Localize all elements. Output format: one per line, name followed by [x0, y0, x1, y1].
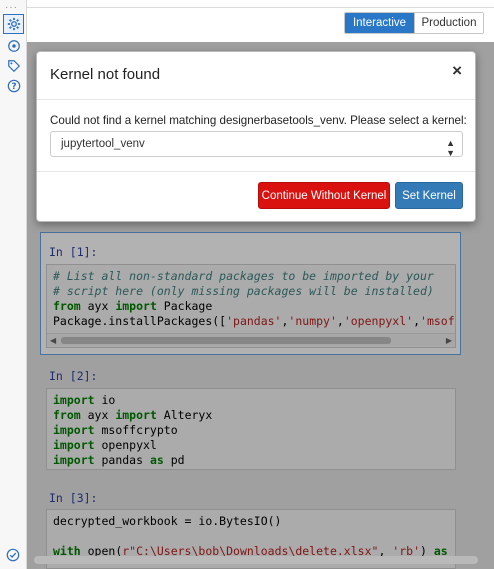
left-toolbar: ··· ? — [0, 0, 27, 569]
continue-without-kernel-button[interactable]: Continue Without Kernel — [258, 182, 390, 209]
close-icon[interactable]: × — [452, 61, 462, 81]
dialog-message: Could not find a kernel matching designe… — [50, 114, 467, 127]
tag-icon[interactable] — [6, 58, 22, 74]
top-divider — [27, 7, 494, 8]
bottom-scrollbar[interactable] — [34, 556, 478, 564]
divider — [37, 99, 475, 100]
help-icon[interactable]: ? — [6, 78, 22, 94]
kernel-select[interactable]: jupytertool_venv ▲ ▼ — [50, 131, 463, 158]
svg-text:?: ? — [11, 82, 16, 92]
mode-toggle: Interactive Production — [344, 12, 484, 34]
gear-icon[interactable] — [3, 14, 24, 34]
dialog-title: Kernel not found — [50, 66, 161, 83]
interactive-mode-button[interactable]: Interactive — [345, 13, 414, 33]
kernel-not-found-dialog: Kernel not found × Could not find a kern… — [36, 51, 476, 222]
set-kernel-button[interactable]: Set Kernel — [395, 182, 463, 209]
chevron-updown-icon: ▲ ▼ — [446, 138, 455, 158]
production-mode-button[interactable]: Production — [414, 13, 483, 33]
connections-icon[interactable] — [6, 38, 22, 54]
divider — [37, 171, 475, 172]
selected-kernel: jupytertool_venv — [61, 138, 145, 150]
check-circle-icon[interactable] — [6, 548, 20, 565]
more-dots-icon[interactable]: ··· — [5, 2, 18, 13]
